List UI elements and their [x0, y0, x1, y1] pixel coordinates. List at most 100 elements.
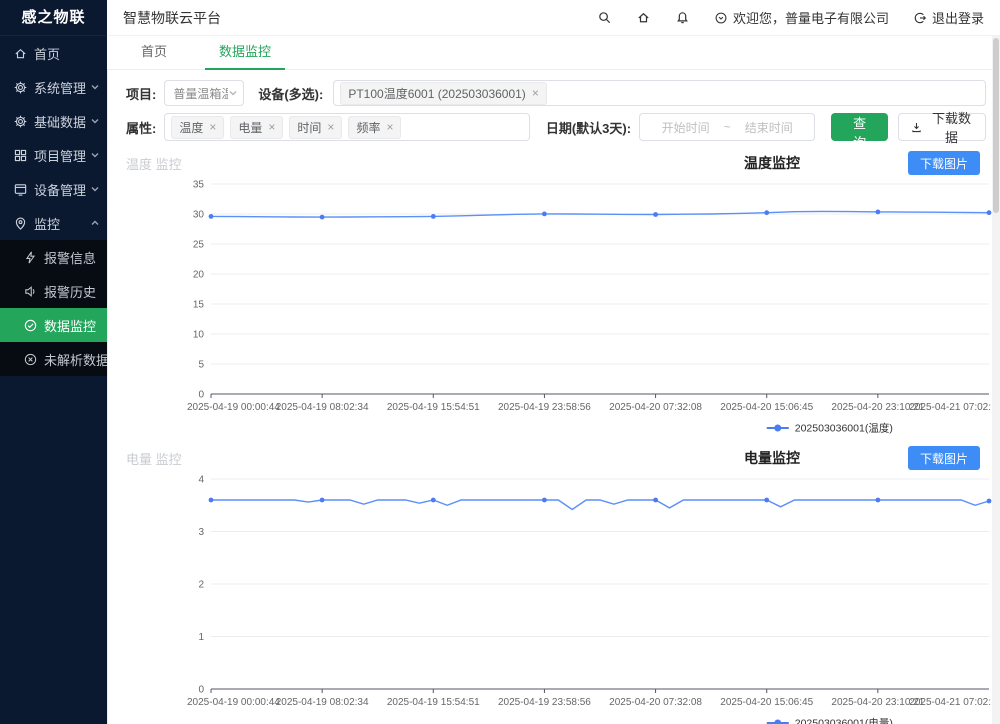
- grid-icon: [13, 148, 28, 163]
- gear-icon: [13, 80, 28, 95]
- attribute-multiselect-input[interactable]: 温度×电量×时间×频率×: [164, 113, 530, 141]
- chart-header: 电量 监控 电量监控 下载图片: [126, 445, 980, 471]
- chevron-down-icon: [90, 184, 100, 194]
- data-point-marker[interactable]: [431, 498, 436, 503]
- legend-label: 202503036001(温度): [795, 422, 893, 435]
- tag-remove-icon[interactable]: ×: [327, 121, 334, 133]
- sidebar-item-label: 项目管理: [34, 146, 86, 165]
- sidebar-item-home[interactable]: 首页: [0, 36, 107, 70]
- sidebar-item-system-mgmt[interactable]: 系统管理: [0, 70, 107, 104]
- content-panel: 项目: 普量温箱温度... 设备(多选): PT100温度6001 (20250…: [107, 70, 1000, 724]
- data-point-marker[interactable]: [876, 210, 881, 215]
- scrollbar-thumb[interactable]: [993, 38, 999, 213]
- sidebar-item-device-mgmt[interactable]: 设备管理: [0, 172, 107, 206]
- app-logo: 感之物联: [0, 0, 107, 36]
- chevron-down-icon: [90, 82, 100, 92]
- chevron-down-icon: [90, 116, 100, 126]
- bell-icon[interactable]: [675, 10, 690, 25]
- legend-marker-icon: [774, 425, 781, 432]
- project-select[interactable]: 普量温箱温度...: [164, 80, 244, 106]
- chart-legend[interactable]: 202503036001(温度): [767, 422, 893, 435]
- sidebar-item-data-monitor[interactable]: 数据监控: [0, 308, 107, 342]
- tab-data-monitor[interactable]: 数据监控: [215, 41, 275, 69]
- data-point-marker[interactable]: [764, 210, 769, 215]
- data-point-marker[interactable]: [764, 498, 769, 503]
- x-tick-label: 2025-04-21 07:02:: [909, 402, 991, 413]
- sidebar-item-label: 数据监控: [44, 316, 96, 335]
- data-point-marker[interactable]: [987, 210, 992, 215]
- data-point-marker[interactable]: [542, 212, 547, 217]
- user-circle-icon: [714, 11, 728, 25]
- sidebar-item-monitor[interactable]: 监控: [0, 206, 107, 240]
- x-tick-label: 2025-04-19 08:02:34: [276, 402, 369, 413]
- tag-remove-icon[interactable]: ×: [532, 87, 539, 99]
- download-icon: [910, 121, 923, 134]
- logout-button[interactable]: 退出登录: [913, 8, 984, 27]
- chevron-up-icon: [90, 218, 100, 228]
- y-tick-label: 15: [193, 300, 205, 311]
- data-point-marker[interactable]: [209, 498, 214, 503]
- y-tick-label: 10: [193, 330, 205, 341]
- download-data-button[interactable]: 下载数据: [898, 113, 986, 141]
- y-tick-label: 5: [198, 360, 204, 371]
- app-root: 感之物联 首页系统管理基础数据项目管理设备管理监控报警信息报警历史数据监控未解析…: [0, 0, 1000, 724]
- chevron-down-icon: [90, 150, 100, 160]
- logout-label: 退出登录: [932, 8, 984, 27]
- sidebar-submenu-monitor: 报警信息报警历史数据监控未解析数据: [0, 240, 107, 376]
- data-point-marker[interactable]: [320, 498, 325, 503]
- y-tick-label: 0: [198, 390, 204, 401]
- search-icon[interactable]: [597, 10, 612, 25]
- sidebar-item-label: 基础数据: [34, 112, 86, 131]
- tab-bar: 首页 数据监控: [107, 36, 1000, 70]
- tag-remove-icon[interactable]: ×: [209, 121, 216, 133]
- data-point-marker[interactable]: [987, 499, 992, 504]
- download-image-button[interactable]: 下载图片: [908, 446, 980, 470]
- tab-home[interactable]: 首页: [137, 41, 171, 69]
- monitor-icon: [13, 182, 28, 197]
- home-icon[interactable]: [636, 10, 651, 25]
- sidebar-item-base-data[interactable]: 基础数据: [0, 104, 107, 138]
- tag-remove-icon[interactable]: ×: [268, 121, 275, 133]
- x-tick-label: 2025-04-20 07:32:08: [609, 697, 702, 708]
- user-menu[interactable]: 欢迎您，普量电子有限公司: [714, 8, 889, 27]
- attribute-tag-label: 电量: [238, 119, 262, 136]
- data-point-marker[interactable]: [209, 214, 214, 219]
- data-point-marker[interactable]: [431, 214, 436, 219]
- line-chart-canvas: 051015202530352025-04-19 00:00:442025-04…: [185, 178, 993, 436]
- date-range-input[interactable]: 开始时间 ~ 结束时间: [639, 113, 815, 141]
- sidebar-item-project-mgmt[interactable]: 项目管理: [0, 138, 107, 172]
- sidebar-item-unparsed-data[interactable]: 未解析数据: [0, 342, 107, 376]
- y-tick-label: 30: [193, 210, 205, 221]
- bolt-icon: [23, 250, 38, 265]
- logout-icon: [913, 11, 927, 25]
- tag-remove-icon[interactable]: ×: [386, 121, 393, 133]
- sidebar-item-alarm-info[interactable]: 报警信息: [0, 240, 107, 274]
- device-multiselect-input[interactable]: PT100温度6001 (202503036001)×: [333, 80, 986, 106]
- download-data-label: 下载数据: [929, 108, 974, 146]
- data-point-marker[interactable]: [876, 498, 881, 503]
- x-tick-label: 2025-04-19 15:54:51: [387, 402, 480, 413]
- filter-row-2: 属性: 温度×电量×时间×频率× 日期(默认3天): 开始时间 ~ 结束时间 查…: [126, 113, 986, 141]
- x-tick-label: 2025-04-20 15:06:45: [720, 697, 813, 708]
- chart-title: 温度监控: [744, 153, 800, 173]
- y-tick-label: 4: [198, 475, 204, 486]
- chart-panel: 电量 监控 电量监控 下载图片 012342025-04-19 00:00:44…: [108, 445, 1000, 724]
- download-image-button[interactable]: 下载图片: [908, 151, 980, 175]
- attribute-tag: 时间×: [289, 116, 342, 139]
- date-separator: ~: [724, 120, 731, 134]
- data-point-marker[interactable]: [320, 215, 325, 220]
- house-icon: [13, 46, 28, 61]
- x-tick-label: 2025-04-20 07:32:08: [609, 402, 702, 413]
- data-point-marker[interactable]: [653, 212, 658, 217]
- sidebar-item-alarm-history[interactable]: 报警历史: [0, 274, 107, 308]
- panel-label: 温度 监控: [126, 154, 182, 173]
- vertical-scrollbar[interactable]: [992, 36, 1000, 724]
- filter-row-1: 项目: 普量温箱温度... 设备(多选): PT100温度6001 (20250…: [126, 80, 986, 106]
- data-point-marker[interactable]: [653, 498, 658, 503]
- data-point-marker[interactable]: [542, 498, 547, 503]
- main-area: 智慧物联云平台 欢迎您，普量电子有限公司: [107, 0, 1000, 724]
- legend-marker-icon: [774, 720, 781, 724]
- x-tick-label: 2025-04-19 23:58:56: [498, 402, 591, 413]
- query-button[interactable]: 查 询: [831, 113, 888, 141]
- chart-legend[interactable]: 202503036001(电量): [767, 717, 893, 724]
